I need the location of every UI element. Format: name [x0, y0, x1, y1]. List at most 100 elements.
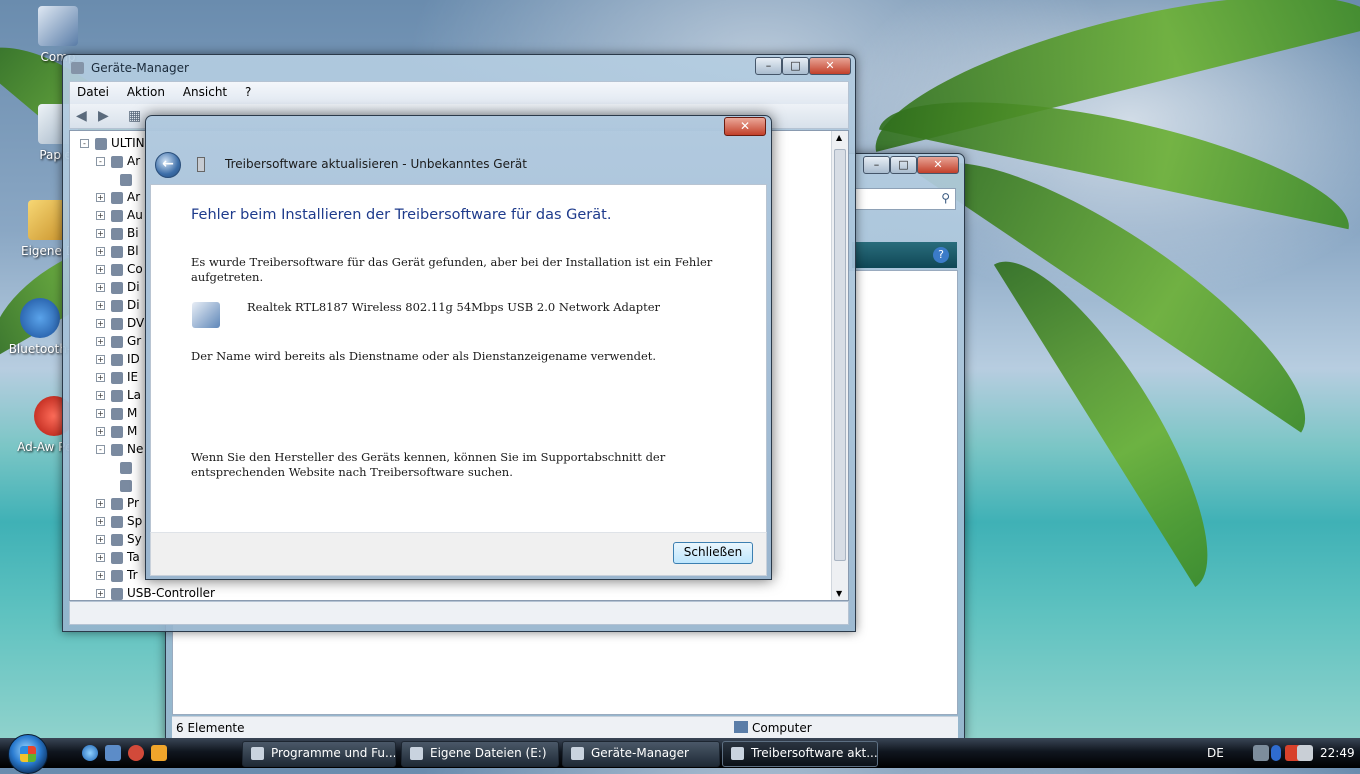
search-icon: ⚲ [941, 191, 950, 205]
tree-item[interactable]: + Pr [96, 494, 139, 512]
network-tray-icon[interactable] [1253, 745, 1269, 761]
expand-icon[interactable]: + [96, 373, 105, 382]
tree-item[interactable]: + Gr [96, 332, 141, 350]
tree-item[interactable]: + Co [96, 260, 143, 278]
tree-item[interactable]: + Ta [96, 548, 140, 566]
menu-help[interactable]: ? [238, 82, 258, 102]
tree-item[interactable]: + Sy [96, 530, 142, 548]
device-category-icon [120, 479, 132, 492]
task-documents[interactable]: Eigene Dateien (E:) [401, 741, 559, 767]
tree-item[interactable]: + M [96, 422, 137, 440]
clock[interactable]: 22:49 [1320, 738, 1355, 768]
device-category-icon [111, 263, 123, 276]
task-driver-update[interactable]: Treibersoftware akt... [722, 741, 878, 767]
expand-icon[interactable]: + [96, 265, 105, 274]
task-device-manager[interactable]: Geräte-Manager [562, 741, 720, 767]
tree-item[interactable]: + Bl [96, 242, 139, 260]
vertical-scrollbar[interactable]: ▲ ▼ [831, 131, 848, 600]
device-category-icon [120, 173, 132, 186]
device-category-icon [111, 335, 123, 348]
properties-icon[interactable]: ▦ [128, 108, 141, 124]
device-category-icon [111, 191, 123, 204]
minimize-button[interactable]: – [863, 156, 890, 174]
collapse-icon[interactable]: - [96, 157, 105, 166]
tree-item[interactable]: + ID [96, 350, 140, 368]
tree-item[interactable]: + DV [96, 314, 144, 332]
expand-icon[interactable]: + [96, 427, 105, 436]
maximize-button[interactable]: □ [782, 57, 809, 75]
tree-item[interactable]: + Di [96, 278, 140, 296]
tree-item[interactable]: + IE [96, 368, 138, 386]
tree-item[interactable]: + Bi [96, 224, 139, 242]
expand-icon[interactable]: + [96, 319, 105, 328]
expand-icon[interactable]: + [96, 211, 105, 220]
maximize-button[interactable]: □ [890, 156, 917, 174]
tree-item[interactable]: + USB-Controller [96, 584, 215, 600]
media-icon[interactable] [128, 745, 144, 761]
tree-item[interactable]: - Ar [96, 152, 140, 170]
tree-item[interactable]: + La [96, 386, 141, 404]
expand-icon[interactable]: + [96, 355, 105, 364]
back-button[interactable]: ← [155, 152, 181, 178]
expand-icon[interactable]: + [96, 301, 105, 310]
close-dialog-button[interactable]: Schließen [673, 542, 753, 564]
task-label: Eigene Dateien (E:) [430, 746, 547, 760]
expand-icon[interactable]: + [96, 535, 105, 544]
scroll-down-icon[interactable]: ▼ [836, 589, 842, 598]
collapse-icon[interactable]: - [96, 445, 105, 454]
tree-item[interactable]: + Di [96, 296, 140, 314]
tree-item-label: IE [127, 370, 139, 384]
driver-update-dialog[interactable]: ✕ ← Treibersoftware aktualisieren - Unbe… [145, 115, 772, 580]
menu-ansicht[interactable]: Ansicht [176, 82, 234, 102]
close-button[interactable]: ✕ [917, 156, 959, 174]
internet-explorer-icon[interactable] [82, 745, 98, 761]
show-desktop-icon[interactable] [105, 745, 121, 761]
expand-icon[interactable]: + [96, 229, 105, 238]
collapse-icon[interactable]: - [80, 139, 89, 148]
tree-item-label: Tr [127, 568, 138, 582]
scroll-thumb[interactable] [834, 149, 846, 561]
dialog-close-button[interactable]: ✕ [724, 117, 766, 136]
search-box[interactable]: ⚲ [854, 188, 956, 210]
tree-item-label: Ar [127, 190, 141, 204]
dialog-header: ← Treibersoftware aktualisieren - Unbeka… [150, 146, 767, 184]
task-label: Geräte-Manager [591, 746, 689, 760]
tree-item[interactable]: + Tr [96, 566, 138, 584]
back-arrow-icon[interactable]: ◀ [76, 108, 87, 124]
tree-item[interactable]: + M [96, 404, 137, 422]
minimize-button[interactable]: – [755, 57, 782, 75]
menu-aktion[interactable]: Aktion [120, 82, 172, 102]
help-icon[interactable]: ? [933, 247, 949, 263]
forward-arrow-icon[interactable]: ▶ [98, 108, 109, 124]
expand-icon[interactable]: + [96, 499, 105, 508]
expand-icon[interactable]: + [96, 193, 105, 202]
expand-icon[interactable]: + [96, 247, 105, 256]
tree-item[interactable] [120, 458, 136, 476]
language-indicator[interactable]: DE [1207, 738, 1224, 768]
expand-icon[interactable]: + [96, 391, 105, 400]
scroll-up-icon[interactable]: ▲ [836, 133, 842, 142]
start-button[interactable] [8, 734, 48, 774]
tree-item[interactable]: + Au [96, 206, 143, 224]
expand-icon[interactable]: + [96, 409, 105, 418]
expand-icon[interactable]: + [96, 517, 105, 526]
tree-item[interactable]: + Sp [96, 512, 142, 530]
task-programs[interactable]: Programme und Fu... [242, 741, 396, 767]
menu-datei[interactable]: Datei [70, 82, 116, 102]
expand-icon[interactable]: + [96, 571, 105, 580]
close-button[interactable]: ✕ [809, 57, 851, 75]
bluetooth-tray-icon[interactable] [1271, 745, 1281, 761]
tree-item[interactable]: + Ar [96, 188, 140, 206]
tree-item[interactable]: - Ne [96, 440, 143, 458]
media-player-icon[interactable] [151, 745, 167, 761]
expand-icon[interactable]: + [96, 283, 105, 292]
expand-icon[interactable]: + [96, 553, 105, 562]
expand-icon[interactable]: + [96, 589, 105, 598]
tree-item[interactable] [120, 170, 136, 188]
expand-icon[interactable]: + [96, 337, 105, 346]
device-manager-icon [71, 62, 84, 74]
volume-tray-icon[interactable] [1297, 745, 1313, 761]
tree-item[interactable] [120, 476, 136, 494]
tree-item[interactable]: - ULTIN [80, 134, 145, 152]
status-bar: 6 Elemente Computer [172, 716, 958, 739]
